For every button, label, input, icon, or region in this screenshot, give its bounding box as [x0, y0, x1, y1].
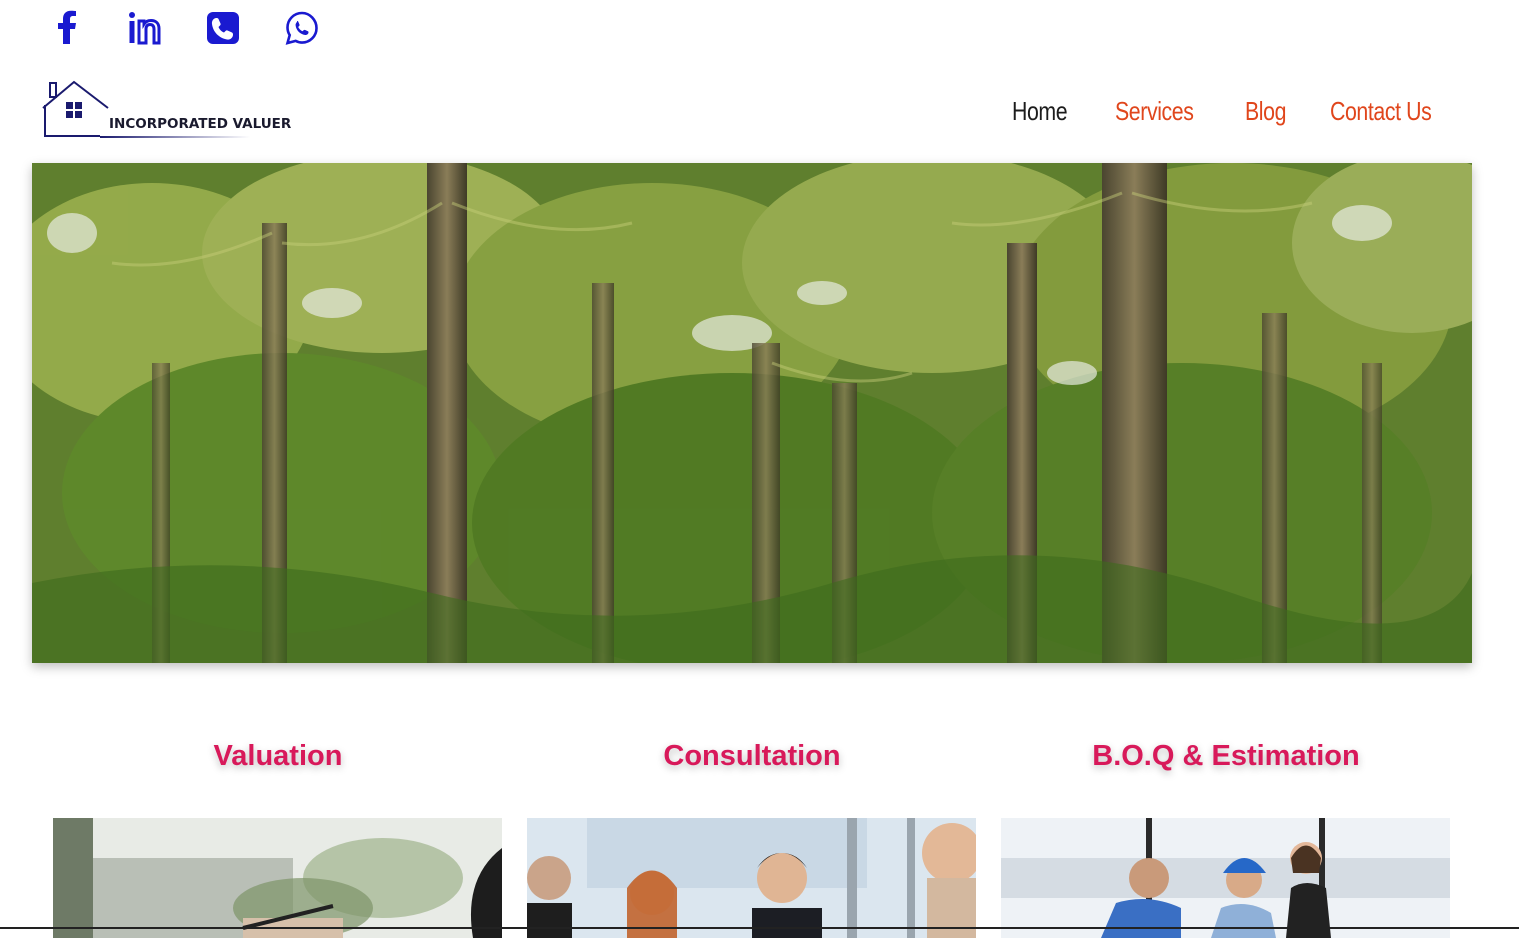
nav-services[interactable]: Services: [1115, 96, 1194, 127]
house-logo-icon: [42, 80, 109, 137]
nav-blog[interactable]: Blog: [1245, 96, 1286, 127]
facebook-icon: [58, 10, 76, 44]
consultation-photo[interactable]: [527, 818, 976, 938]
site-logo[interactable]: INCORPORATED VALUER: [40, 80, 292, 140]
service-title: Valuation: [213, 740, 343, 772]
linkedin-link[interactable]: [126, 10, 162, 46]
phone-link[interactable]: [205, 10, 241, 46]
consultation-photo-image: [527, 818, 976, 938]
service-card-valuation[interactable]: Valuation: [53, 740, 503, 773]
hero-banner-image: [32, 163, 1472, 663]
nav-contact-us[interactable]: Contact Us: [1330, 96, 1432, 127]
valuation-photo-image: [53, 818, 502, 938]
service-title: Consultation: [663, 740, 841, 772]
whatsapp-icon: [285, 11, 318, 45]
linkedin-icon: [129, 12, 161, 45]
phone-icon: [207, 12, 239, 44]
service-title: B.O.Q & Estimation: [1092, 740, 1360, 772]
whatsapp-link[interactable]: [284, 10, 320, 46]
logo-text: INCORPORATED VALUER: [109, 116, 292, 132]
main-nav: Home Services Blog Contact Us: [1012, 96, 1454, 127]
service-card-consultation[interactable]: Consultation: [527, 740, 977, 773]
estimation-photo[interactable]: [1001, 818, 1450, 938]
nav-home[interactable]: Home: [1012, 96, 1068, 127]
service-card-estimation[interactable]: B.O.Q & Estimation: [1001, 740, 1451, 773]
logo-underline: [100, 136, 250, 138]
estimation-photo-image: [1001, 818, 1450, 938]
valuation-photo[interactable]: [53, 818, 502, 938]
facebook-link[interactable]: [50, 10, 86, 46]
palm-plantation-image: [32, 163, 1472, 663]
